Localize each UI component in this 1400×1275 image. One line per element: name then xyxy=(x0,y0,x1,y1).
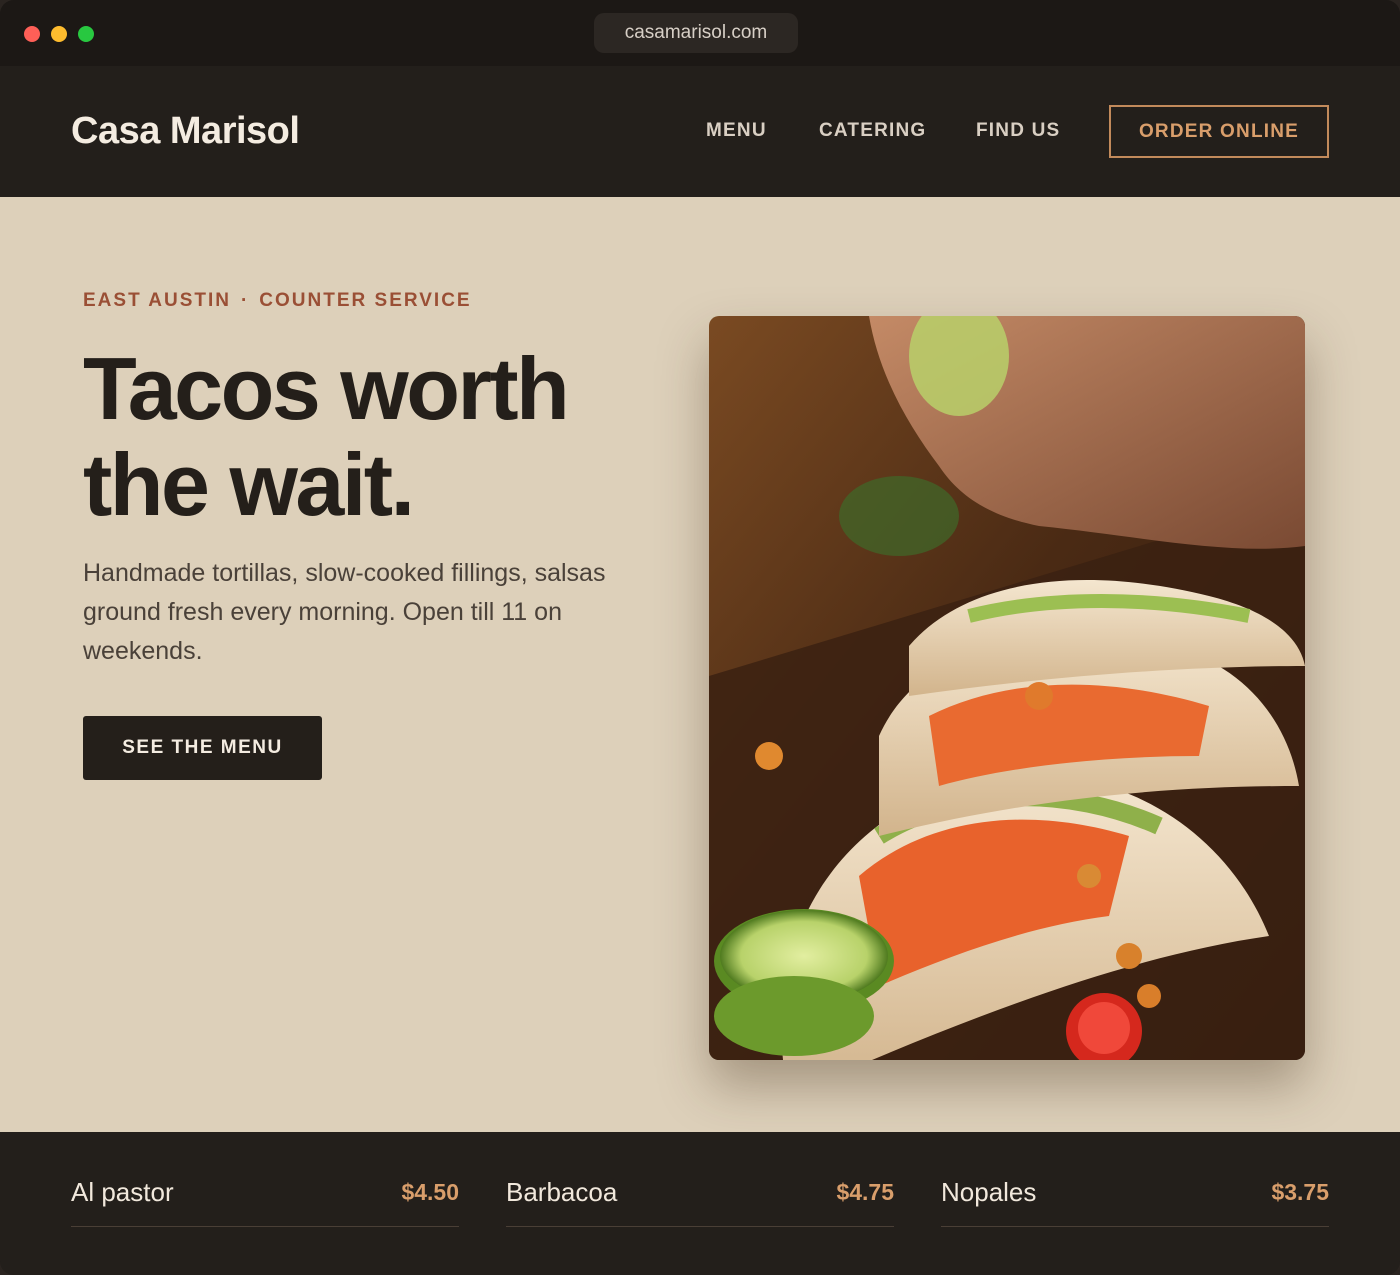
menu-item[interactable]: Barbacoa $4.75 xyxy=(506,1177,894,1227)
nav-find-us-link[interactable]: FIND US xyxy=(976,120,1060,142)
order-online-button[interactable]: ORDER ONLINE xyxy=(1109,105,1329,158)
nav-catering-link[interactable]: CATERING xyxy=(819,120,926,142)
menu-item-name: Al pastor xyxy=(71,1177,174,1207)
browser-chrome: casamarisol.com xyxy=(0,0,1400,66)
menu-item-price: $4.50 xyxy=(401,1179,459,1205)
hero-eyebrow: EAST AUSTIN · COUNTER SERVICE xyxy=(83,290,472,312)
eyebrow-service: COUNTER SERVICE xyxy=(259,290,472,311)
menu-preview-strip: Al pastor $4.50 Barbacoa $4.75 Nopales $… xyxy=(0,1132,1400,1275)
eyebrow-location: EAST AUSTIN xyxy=(83,290,231,311)
menu-item-price: $3.75 xyxy=(1271,1179,1329,1205)
menu-item-price: $4.75 xyxy=(836,1179,894,1205)
hero-headline: Tacos worth the wait. xyxy=(83,341,643,533)
eyebrow-separator: · xyxy=(240,290,250,311)
site-header: Casa Marisol MENU CATERING FIND US ORDER… xyxy=(0,66,1400,197)
nav-menu-link[interactable]: MENU xyxy=(706,120,767,142)
menu-item[interactable]: Al pastor $4.50 xyxy=(71,1177,459,1227)
menu-item[interactable]: Nopales $3.75 xyxy=(941,1177,1329,1227)
hero-description: Handmade tortillas, slow-cooked fillings… xyxy=(83,559,606,665)
hero-section: EAST AUSTIN · COUNTER SERVICE Tacos worth … xyxy=(0,197,1400,1132)
address-bar[interactable]: casamarisol.com xyxy=(594,13,798,53)
hero-taco-photo xyxy=(709,316,1305,1060)
headline-line-2: the wait. xyxy=(83,435,415,534)
browser-window: casamarisol.com Casa Marisol MENU CATERI… xyxy=(0,0,1400,1275)
menu-item-name: Barbacoa xyxy=(506,1177,618,1207)
see-the-menu-button[interactable]: SEE THE MENU xyxy=(83,716,322,780)
brand-logo[interactable]: Casa Marisol xyxy=(71,110,300,153)
minimize-window-button[interactable] xyxy=(51,26,67,42)
headline-line-1: Tacos worth xyxy=(83,339,570,438)
close-window-button[interactable] xyxy=(24,26,40,42)
maximize-window-button[interactable] xyxy=(78,26,94,42)
menu-item-name: Nopales xyxy=(941,1177,1037,1207)
